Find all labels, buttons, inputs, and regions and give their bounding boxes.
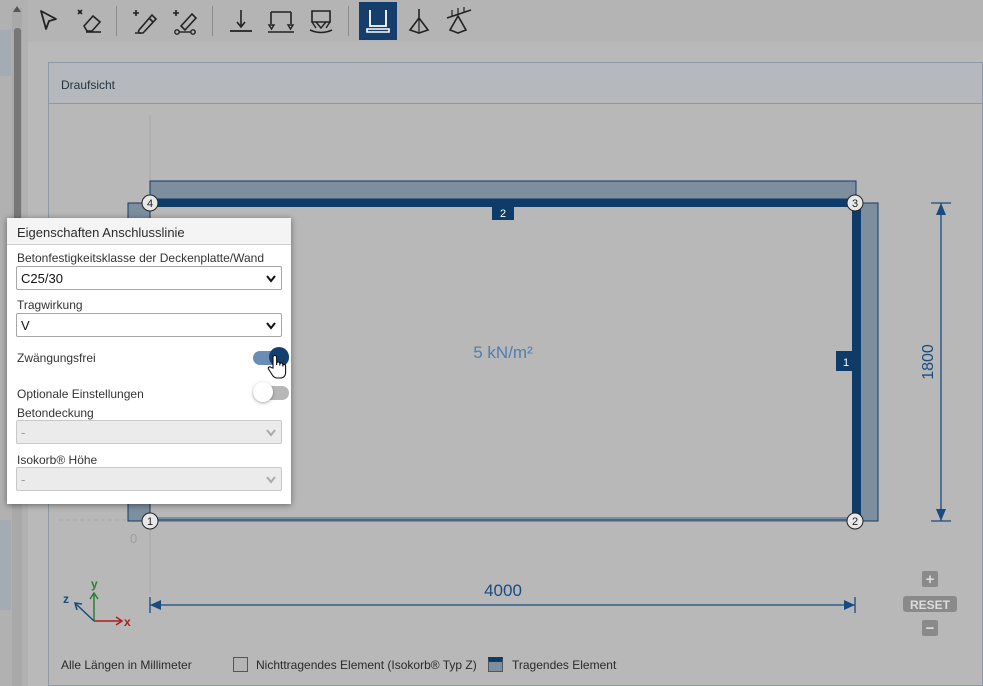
point-load-tool-button[interactable] [400, 2, 438, 40]
erase-tool-button[interactable] [70, 2, 108, 40]
line-load-tool-button[interactable] [440, 2, 478, 40]
node-4[interactable]: 4 [141, 194, 159, 212]
concrete-cover-label: Betondeckung [17, 406, 94, 420]
hand-pointer-icon [267, 354, 287, 379]
legend-label-non-load-bearing: Nichttragendes Element (Isokorb® Typ Z) [256, 658, 477, 672]
draw-line-tool-button[interactable] [126, 2, 164, 40]
axis-y-label: y [91, 577, 98, 591]
draw-node-tool-button[interactable] [166, 2, 204, 40]
point-load-icon [408, 9, 430, 34]
support-area-tool-button[interactable] [302, 2, 340, 40]
axis-z-label: z [63, 592, 69, 606]
zoom-out-button[interactable]: − [922, 620, 938, 637]
action-label: Tragwirkung [17, 298, 83, 312]
isokorb-height-value: - [21, 472, 26, 487]
width-dimension: 4000 [149, 581, 856, 613]
node-1[interactable]: 1 [141, 512, 159, 530]
action-value: V [21, 318, 30, 333]
pencil-plus-icon [133, 10, 158, 34]
node-2[interactable]: 2 [846, 512, 864, 530]
svg-text:4: 4 [147, 198, 153, 210]
axis-x-label: x [124, 615, 131, 629]
line-load-icon [446, 7, 472, 34]
height-dimension-label: 1800 [920, 344, 937, 380]
point-support-icon [230, 10, 252, 32]
zoom-in-button[interactable]: + [922, 571, 938, 588]
left-nav-block [0, 520, 11, 610]
connection-line-properties-panel: Eigenschaften Anschlusslinie Betonfestig… [7, 218, 291, 504]
support-point-tool-button[interactable] [222, 2, 260, 40]
legend-label-load-bearing: Tragendes Element [512, 658, 617, 672]
cursor-arrow-icon [40, 10, 57, 30]
optional-settings-toggle[interactable] [253, 382, 289, 402]
svg-text:−: − [926, 620, 935, 637]
units-note: Alle Längen in Millimeter [61, 658, 192, 672]
concrete-cover-value: - [21, 425, 26, 440]
legend-swatch-load-bearing [488, 657, 503, 672]
concrete-class-value: C25/30 [21, 271, 63, 286]
toolbar-separator [212, 6, 213, 36]
toolbar-separator [348, 6, 349, 36]
chevron-down-icon [266, 275, 276, 283]
toolbar-separator [116, 6, 117, 36]
chevron-down-icon [266, 322, 276, 330]
origin-label: 0 [130, 531, 137, 546]
shade-top[interactable] [149, 180, 857, 200]
concrete-class-label: Betonfestigkeitsklasse der Deckenplatte/… [17, 251, 265, 265]
toggle-knob [253, 382, 273, 402]
area-load-label[interactable]: 5 kN/m² [473, 343, 533, 362]
node-3[interactable]: 3 [846, 194, 864, 212]
edge-label-1: 1 [843, 357, 849, 369]
chevron-down-icon [266, 476, 276, 484]
concrete-cover-select[interactable]: - [16, 420, 282, 444]
svg-text:1: 1 [147, 516, 153, 528]
select-tool-button[interactable] [30, 2, 68, 40]
zoom-reset-button[interactable]: RESET [903, 596, 957, 612]
legend-swatch-non-load-bearing [233, 657, 248, 672]
svg-text:RESET: RESET [910, 598, 951, 612]
optional-settings-label: Optionale Einstellungen [17, 387, 144, 401]
svg-text:+: + [926, 571, 935, 588]
left-nav-block [0, 30, 11, 76]
eraser-icon [77, 9, 102, 33]
connection-line-tool-button[interactable] [359, 2, 397, 40]
toolbar [28, 0, 983, 42]
isokorb-height-select[interactable]: - [16, 467, 282, 491]
properties-title-bar: Eigenschaften Anschlusslinie [7, 218, 291, 245]
properties-title: Eigenschaften Anschlusslinie [17, 225, 185, 240]
svg-text:2: 2 [852, 516, 858, 528]
height-dimension: 1800 [920, 202, 951, 522]
area-support-icon [309, 10, 333, 34]
concrete-class-select[interactable]: C25/30 [16, 266, 282, 290]
chevron-down-icon [266, 429, 276, 437]
constraint-free-label: Zwängungsfrei [17, 351, 96, 365]
connection-line-icon [366, 10, 390, 33]
scroll-up-icon[interactable] [13, 6, 21, 12]
action-select[interactable]: V [16, 313, 282, 337]
isokorb-height-label: Isokorb® Höhe [17, 453, 98, 467]
support-line-tool-button[interactable] [262, 2, 300, 40]
width-dimension-label: 4000 [484, 581, 522, 600]
pencil-node-icon [173, 10, 198, 35]
axis-triad: x y z [63, 577, 131, 629]
line-support-icon [267, 11, 295, 33]
edge-label-2: 2 [500, 208, 506, 220]
svg-text:3: 3 [852, 198, 858, 210]
